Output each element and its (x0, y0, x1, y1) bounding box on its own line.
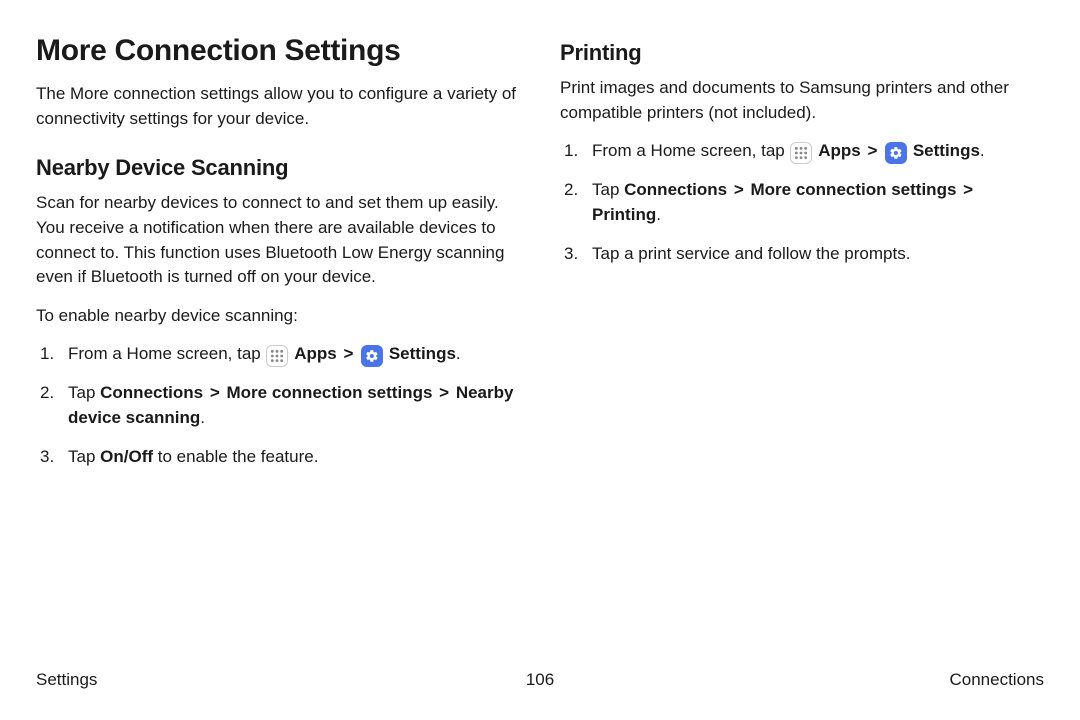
section-heading-nearby: Nearby Device Scanning (36, 155, 520, 181)
apps-label: Apps (294, 344, 337, 363)
chevron-right-icon: > (734, 180, 744, 199)
chevron-right-icon: > (963, 180, 973, 199)
step-text: Tap a print service and follow the promp… (592, 244, 910, 263)
step-text: Tap (68, 447, 100, 466)
step-text: From a Home screen, tap (68, 344, 265, 363)
period: . (656, 205, 661, 224)
steps-nearby: From a Home screen, tap Apps > Settings.… (36, 342, 520, 469)
path-part: Printing (592, 205, 656, 224)
page-footer: Settings 106 Connections (36, 670, 1044, 690)
footer-left: Settings (36, 670, 97, 690)
page-number: 106 (526, 670, 554, 690)
page-title: More Connection Settings (36, 34, 520, 68)
apps-icon (266, 345, 288, 367)
list-item: Tap a print service and follow the promp… (560, 242, 1044, 267)
chevron-right-icon: > (343, 344, 353, 363)
list-item: Tap On/Off to enable the feature. (36, 445, 520, 470)
path-part: More connection settings (227, 383, 433, 402)
step-text: From a Home screen, tap (592, 141, 789, 160)
step-text: to enable the feature. (153, 447, 318, 466)
apps-icon (790, 142, 812, 164)
apps-label: Apps (818, 141, 861, 160)
settings-label: Settings (913, 141, 980, 160)
right-column: Printing Print images and documents to S… (560, 34, 1044, 483)
settings-label: Settings (389, 344, 456, 363)
period: . (980, 141, 985, 160)
path-part: Connections (100, 383, 203, 402)
path-part: More connection settings (751, 180, 957, 199)
chevron-right-icon: > (210, 383, 220, 402)
enable-intro: To enable nearby device scanning: (36, 304, 520, 329)
steps-printing: From a Home screen, tap Apps > Settings.… (560, 139, 1044, 266)
page-content: More Connection Settings The More connec… (0, 0, 1080, 483)
chevron-right-icon: > (867, 141, 877, 160)
list-item: From a Home screen, tap Apps > Settings. (36, 342, 520, 367)
footer-right: Connections (949, 670, 1044, 690)
section-desc-printing: Print images and documents to Samsung pr… (560, 76, 1044, 125)
list-item: Tap Connections > More connection settin… (560, 178, 1044, 227)
list-item: From a Home screen, tap Apps > Settings. (560, 139, 1044, 164)
chevron-right-icon: > (439, 383, 449, 402)
left-column: More Connection Settings The More connec… (36, 34, 520, 483)
path-part: Connections (624, 180, 727, 199)
settings-icon (361, 345, 383, 367)
section-heading-printing: Printing (560, 40, 1044, 66)
settings-icon (885, 142, 907, 164)
intro-paragraph: The More connection settings allow you t… (36, 82, 520, 131)
list-item: Tap Connections > More connection settin… (36, 381, 520, 430)
toggle-label: On/Off (100, 447, 153, 466)
section-desc-nearby: Scan for nearby devices to connect to an… (36, 191, 520, 290)
step-text: Tap (68, 383, 100, 402)
period: . (200, 408, 205, 427)
step-text: Tap (592, 180, 624, 199)
period: . (456, 344, 461, 363)
